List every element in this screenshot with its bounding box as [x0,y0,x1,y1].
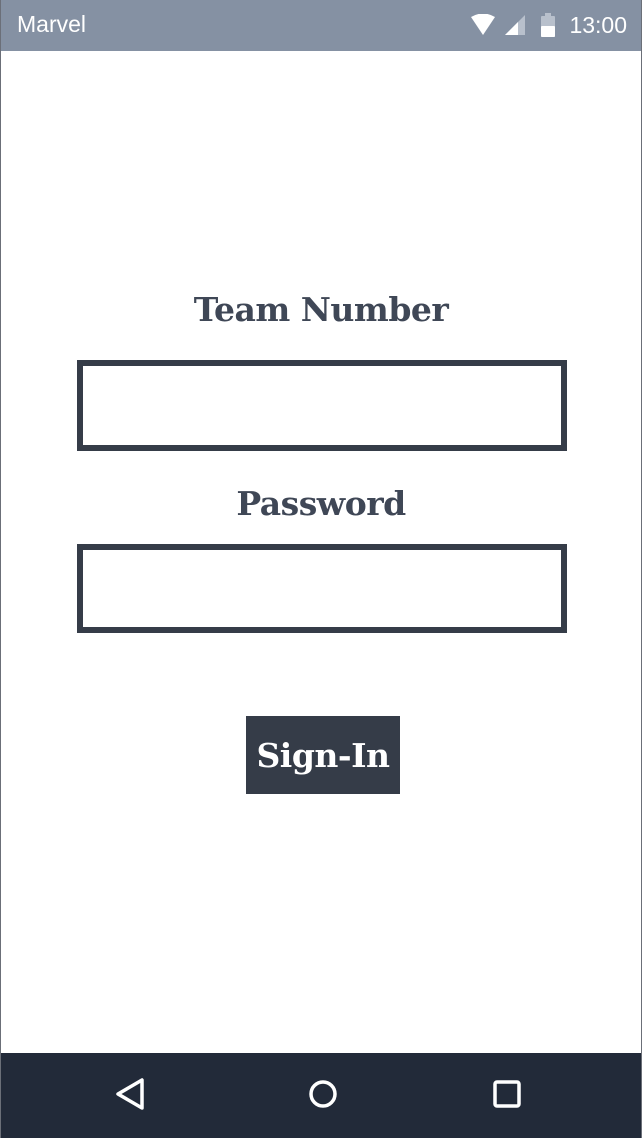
status-time: 13:00 [569,11,627,38]
system-nav-bar [1,1053,641,1138]
recents-button[interactable] [485,1074,529,1118]
recents-icon [493,1079,521,1113]
status-icons: 13:00 [471,9,627,41]
wifi-icon [471,14,496,36]
home-button[interactable] [301,1074,345,1118]
home-icon [308,1079,338,1114]
sign-in-screen: Marvel 13:00 Team Number Password Sign-I… [0,0,642,1138]
password-input[interactable] [77,544,567,633]
password-label: Password [236,484,406,523]
status-app-name: Marvel [17,11,87,37]
team-number-input[interactable] [77,360,567,451]
sign-in-button[interactable]: Sign-In [246,716,400,794]
battery-icon [541,13,556,37]
status-bar: Marvel 13:00 [1,0,641,51]
back-button[interactable] [108,1074,152,1118]
team-number-label: Team Number [193,290,449,329]
cell-signal-icon [505,15,526,35]
back-icon [115,1077,145,1116]
